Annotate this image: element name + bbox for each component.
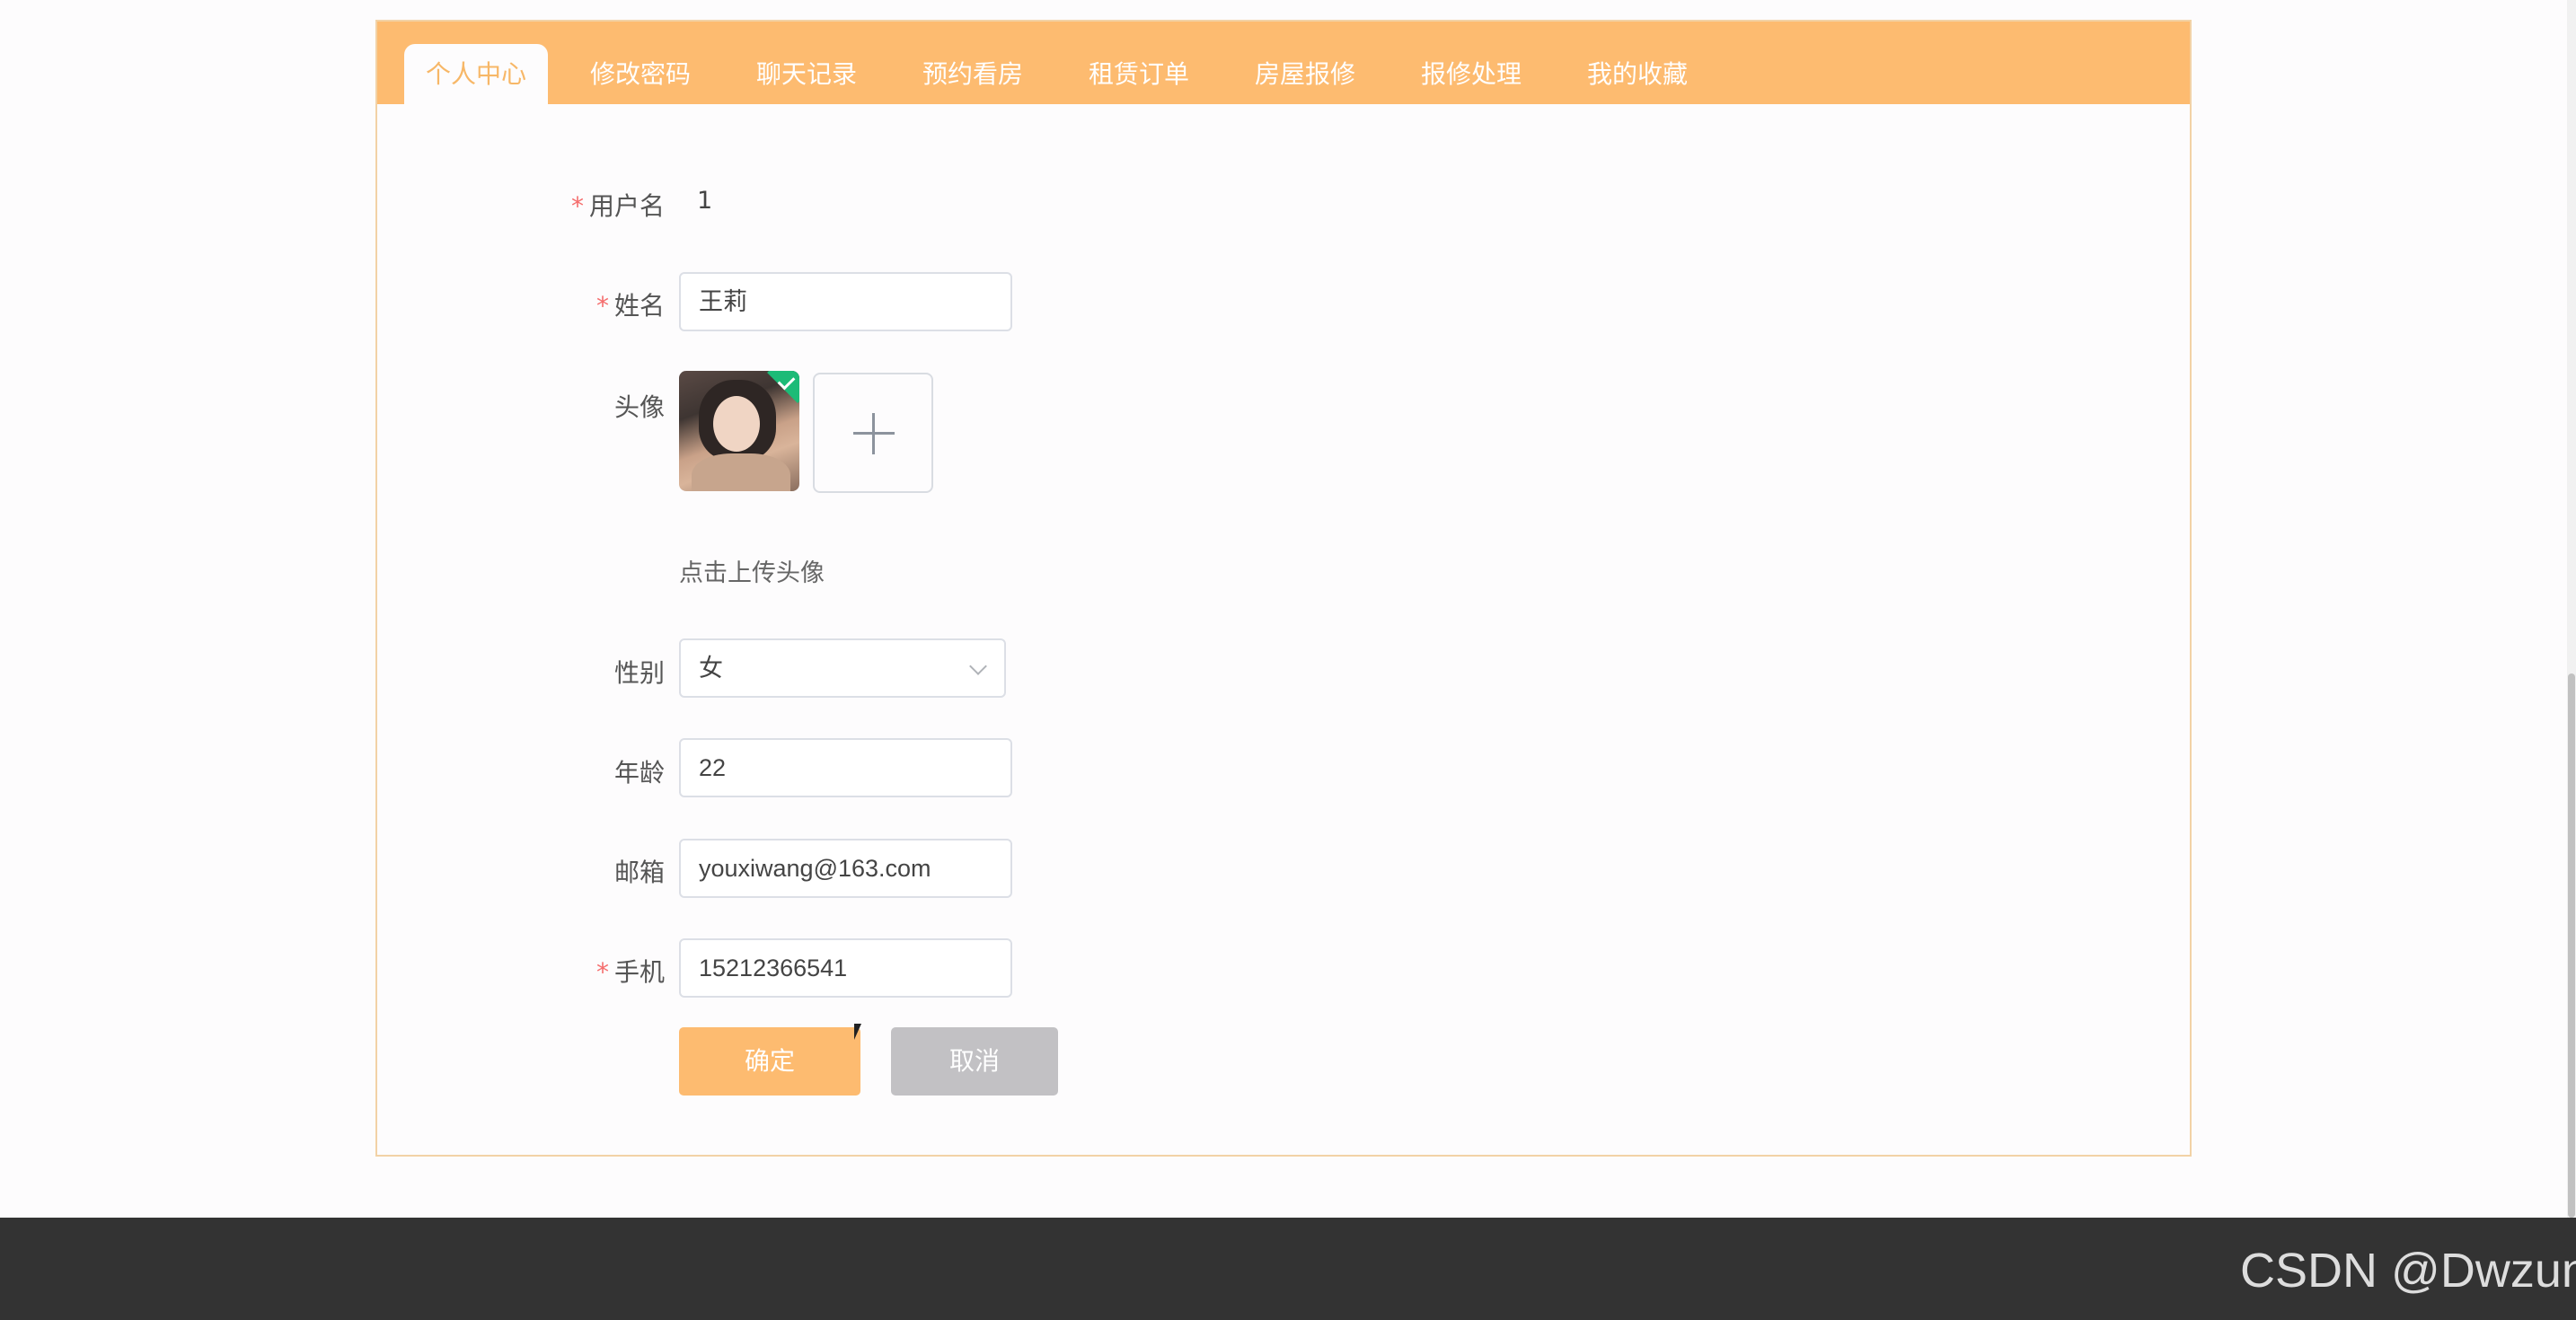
username-value: 1: [697, 187, 713, 215]
tab-change-password[interactable]: 修改密码: [573, 44, 708, 104]
tab-bar: 个人中心 修改密码 聊天记录 预约看房 租赁订单 房屋报修 报修处理 我的收藏: [377, 22, 2190, 104]
tab-chat-history[interactable]: 聊天记录: [739, 44, 874, 104]
avatar-image[interactable]: [679, 371, 799, 491]
name-label: * 姓名: [595, 291, 665, 321]
username-label: * 用户名: [570, 191, 665, 221]
phone-label: * 手机: [595, 957, 665, 987]
tab-rental-orders[interactable]: 租赁订单: [1072, 44, 1206, 104]
chevron-down-icon: [969, 657, 987, 675]
cancel-button[interactable]: 取消: [891, 1027, 1058, 1096]
mouse-cursor-icon: [854, 1024, 869, 1040]
required-mark: *: [570, 191, 584, 221]
confirm-button[interactable]: 确定: [679, 1027, 860, 1096]
avatar-label: 头像: [613, 392, 665, 422]
gender-value: 女: [699, 655, 723, 682]
tab-repair-handling[interactable]: 报修处理: [1404, 44, 1539, 104]
page-footer: [0, 1218, 2576, 1320]
tab-viewing-appointments[interactable]: 预约看房: [905, 44, 1040, 104]
phone-field[interactable]: 15212366541: [679, 938, 1012, 998]
required-mark: *: [595, 957, 609, 987]
tab-personal-center[interactable]: 个人中心: [404, 44, 548, 104]
email-label: 邮箱: [613, 858, 665, 887]
scrollbar-thumb[interactable]: [2568, 673, 2575, 1218]
watermark: CSDN @Dwzun: [2240, 1244, 2576, 1298]
age-field[interactable]: 22: [679, 738, 1012, 797]
age-label: 年龄: [613, 758, 665, 788]
avatar-upload-button[interactable]: [813, 373, 933, 493]
name-field[interactable]: 王莉: [679, 272, 1012, 331]
email-field[interactable]: youxiwang@163.com: [679, 839, 1012, 898]
gender-label: 性别: [613, 658, 665, 688]
tab-my-favorites[interactable]: 我的收藏: [1570, 44, 1705, 104]
required-mark: *: [595, 291, 609, 321]
tab-house-repair[interactable]: 房屋报修: [1238, 44, 1372, 104]
gender-select[interactable]: 女: [679, 638, 1006, 698]
avatar-upload-hint: 点击上传头像: [679, 559, 825, 587]
